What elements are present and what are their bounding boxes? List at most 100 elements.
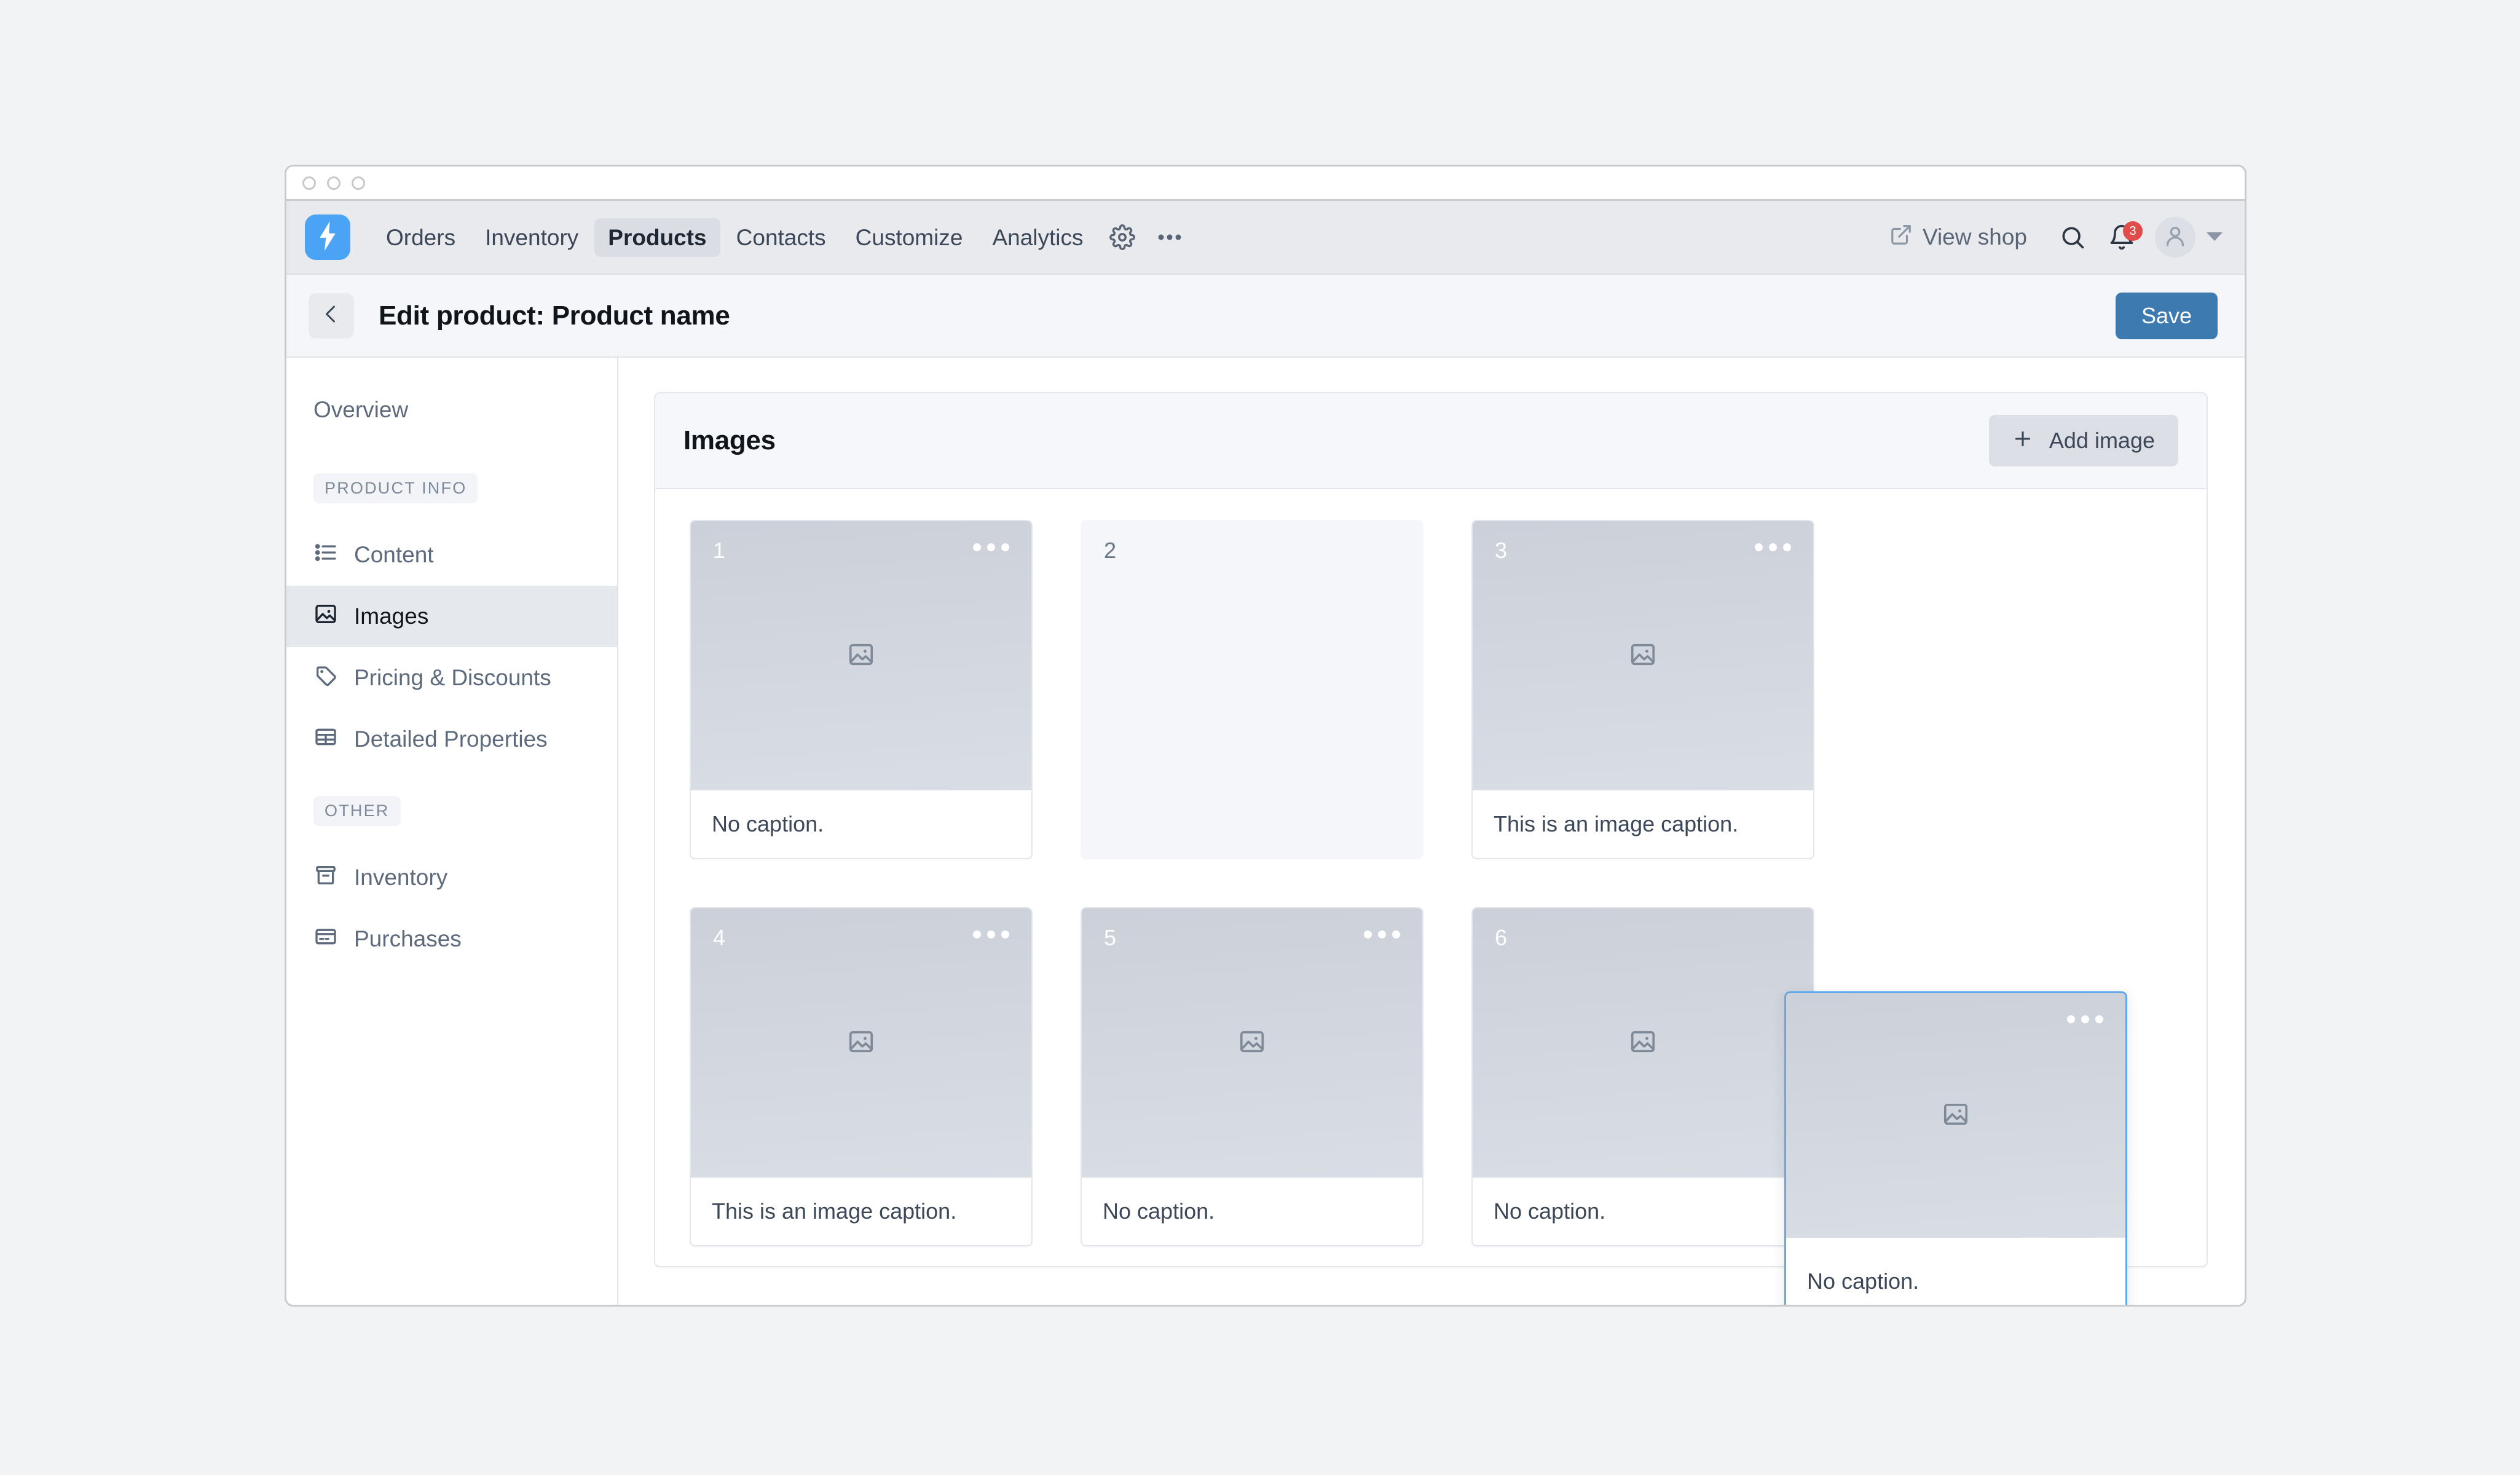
image-thumbnail-placeholder[interactable]: 2 <box>1082 521 1422 790</box>
top-navigation-bar: Orders Inventory Products Contacts Custo… <box>286 201 2245 275</box>
sidebar-item-detailed-properties[interactable]: Detailed Properties <box>286 709 617 770</box>
sidebar-item-overview[interactable]: Overview <box>286 397 617 423</box>
sidebar-item-inventory[interactable]: Inventory <box>286 847 617 908</box>
app-logo[interactable] <box>305 214 350 260</box>
nav-link-customize[interactable]: Customize <box>842 218 977 257</box>
list-icon <box>313 540 338 570</box>
plus-icon <box>2012 428 2033 453</box>
nav-overflow-ellipsis-icon[interactable] <box>1148 227 1192 248</box>
chevron-left-icon <box>320 303 342 328</box>
image-placeholder-icon <box>847 640 875 672</box>
image-card[interactable]: 4 This is an image caption. <box>690 907 1033 1246</box>
image-order-number: 3 <box>1495 538 1508 563</box>
save-button[interactable]: Save <box>2115 292 2218 339</box>
window-minimize-button[interactable] <box>327 176 341 190</box>
image-card[interactable]: 6 No caption. <box>1471 907 1814 1246</box>
image-card-menu-ellipsis-icon[interactable] <box>1364 930 1400 938</box>
window-maximize-button[interactable] <box>352 176 365 190</box>
image-card-menu-ellipsis-icon[interactable] <box>2067 1015 2103 1023</box>
nav-links: Orders Inventory Products Contacts Custo… <box>372 218 1192 257</box>
image-thumbnail[interactable]: 3 <box>1473 521 1813 790</box>
image-thumbnail[interactable]: 4 <box>691 908 1031 1178</box>
image-card-empty-slot[interactable]: 2 <box>1081 520 1423 859</box>
sidebar-item-pricing-discounts[interactable]: Pricing & Discounts <box>286 647 617 709</box>
search-icon[interactable] <box>2048 224 2097 251</box>
image-caption[interactable]: No caption. <box>1473 1178 1813 1245</box>
image-placeholder-icon <box>1629 640 1657 672</box>
image-placeholder-icon <box>1942 1100 1970 1131</box>
image-caption[interactable]: This is an image caption. <box>1473 790 1813 858</box>
gear-icon[interactable] <box>1100 218 1145 256</box>
sidebar-item-purchases[interactable]: Purchases <box>286 908 617 970</box>
view-shop-label: View shop <box>1922 224 2027 250</box>
page-body: Overview PRODUCT INFO Content Images Pri… <box>286 358 2245 1305</box>
sidebar-item-label: Detailed Properties <box>354 726 548 752</box>
image-order-number: 2 <box>1104 538 1117 563</box>
image-card-menu-ellipsis-icon[interactable] <box>973 930 1009 938</box>
nav-link-orders[interactable]: Orders <box>372 218 469 257</box>
image-thumbnail[interactable]: 1 <box>691 521 1031 790</box>
external-link-icon <box>1889 223 1913 252</box>
add-image-label: Add image <box>2049 428 2155 453</box>
images-panel-title: Images <box>683 425 776 455</box>
image-caption[interactable]: No caption. <box>1082 1178 1422 1245</box>
image-thumbnail[interactable] <box>1786 993 2125 1238</box>
user-avatar[interactable] <box>2155 217 2195 258</box>
image-card-menu-ellipsis-icon[interactable] <box>973 543 1009 551</box>
nav-link-contacts[interactable]: Contacts <box>723 218 840 257</box>
sidebar-item-label: Pricing & Discounts <box>354 665 551 690</box>
image-thumbnail[interactable]: 6 <box>1473 908 1813 1178</box>
lightning-bolt-icon <box>317 221 338 254</box>
image-thumbnail[interactable]: 5 <box>1082 908 1422 1178</box>
sidebar-group-other: OTHER <box>313 796 401 826</box>
image-caption <box>1082 790 1422 858</box>
sidebar-item-label: Inventory <box>354 865 448 890</box>
image-placeholder-icon <box>847 1028 875 1059</box>
image-card[interactable]: 3 This is an image caption. <box>1471 520 1814 859</box>
image-caption[interactable]: This is an image caption. <box>691 1178 1031 1245</box>
image-order-number: 4 <box>713 925 726 950</box>
sidebar-item-label: Images <box>354 604 429 629</box>
add-image-button[interactable]: Add image <box>1988 415 2178 466</box>
back-button[interactable] <box>309 293 354 339</box>
image-card[interactable]: 1 No caption. <box>690 520 1033 859</box>
image-placeholder-icon <box>1238 1028 1266 1059</box>
sidebar-item-label: Content <box>354 542 434 567</box>
page-title: Edit product: Product name <box>379 300 730 331</box>
window-close-button[interactable] <box>302 176 316 190</box>
image-caption[interactable]: No caption. <box>691 790 1031 858</box>
sidebar-item-images[interactable]: Images <box>286 586 617 647</box>
sidebar: Overview PRODUCT INFO Content Images Pri… <box>286 358 618 1305</box>
image-card[interactable]: 5 No caption. <box>1081 907 1423 1246</box>
sidebar-group-product-info: PRODUCT INFO <box>313 473 478 503</box>
sidebar-item-content[interactable]: Content <box>286 524 617 586</box>
account-chevron-down-icon[interactable] <box>2205 230 2224 245</box>
dragged-image-card[interactable]: No caption. <box>1784 991 2127 1305</box>
table-icon <box>313 725 338 755</box>
tag-icon <box>313 663 338 693</box>
main-content: Images Add image 1 No caption. 2 3 This … <box>618 358 2245 1305</box>
image-card-menu-ellipsis-icon[interactable] <box>1755 543 1791 551</box>
image-caption[interactable]: No caption. <box>1786 1238 2125 1305</box>
notifications-bell-icon[interactable]: 3 <box>2097 221 2146 251</box>
image-order-number: 5 <box>1104 925 1117 950</box>
nav-right-group: View shop 3 <box>1889 217 2226 258</box>
nav-link-inventory[interactable]: Inventory <box>471 218 592 257</box>
credit-card-icon <box>313 924 338 954</box>
notification-count-badge: 3 <box>2123 221 2143 241</box>
archive-box-icon <box>313 863 338 893</box>
browser-window: Orders Inventory Products Contacts Custo… <box>285 165 2246 1307</box>
images-panel-header: Images Add image <box>655 393 2207 489</box>
image-order-number: 6 <box>1495 925 1508 950</box>
image-order-number: 1 <box>713 538 726 563</box>
view-shop-link[interactable]: View shop <box>1889 223 2027 252</box>
window-titlebar <box>286 167 2245 201</box>
page-header: Edit product: Product name Save <box>286 275 2245 358</box>
nav-link-analytics[interactable]: Analytics <box>978 218 1097 257</box>
sidebar-item-label: Purchases <box>354 926 462 951</box>
image-icon <box>313 602 338 632</box>
image-placeholder-icon <box>1629 1028 1657 1059</box>
user-avatar-icon <box>2163 224 2187 251</box>
nav-link-products[interactable]: Products <box>594 218 720 257</box>
